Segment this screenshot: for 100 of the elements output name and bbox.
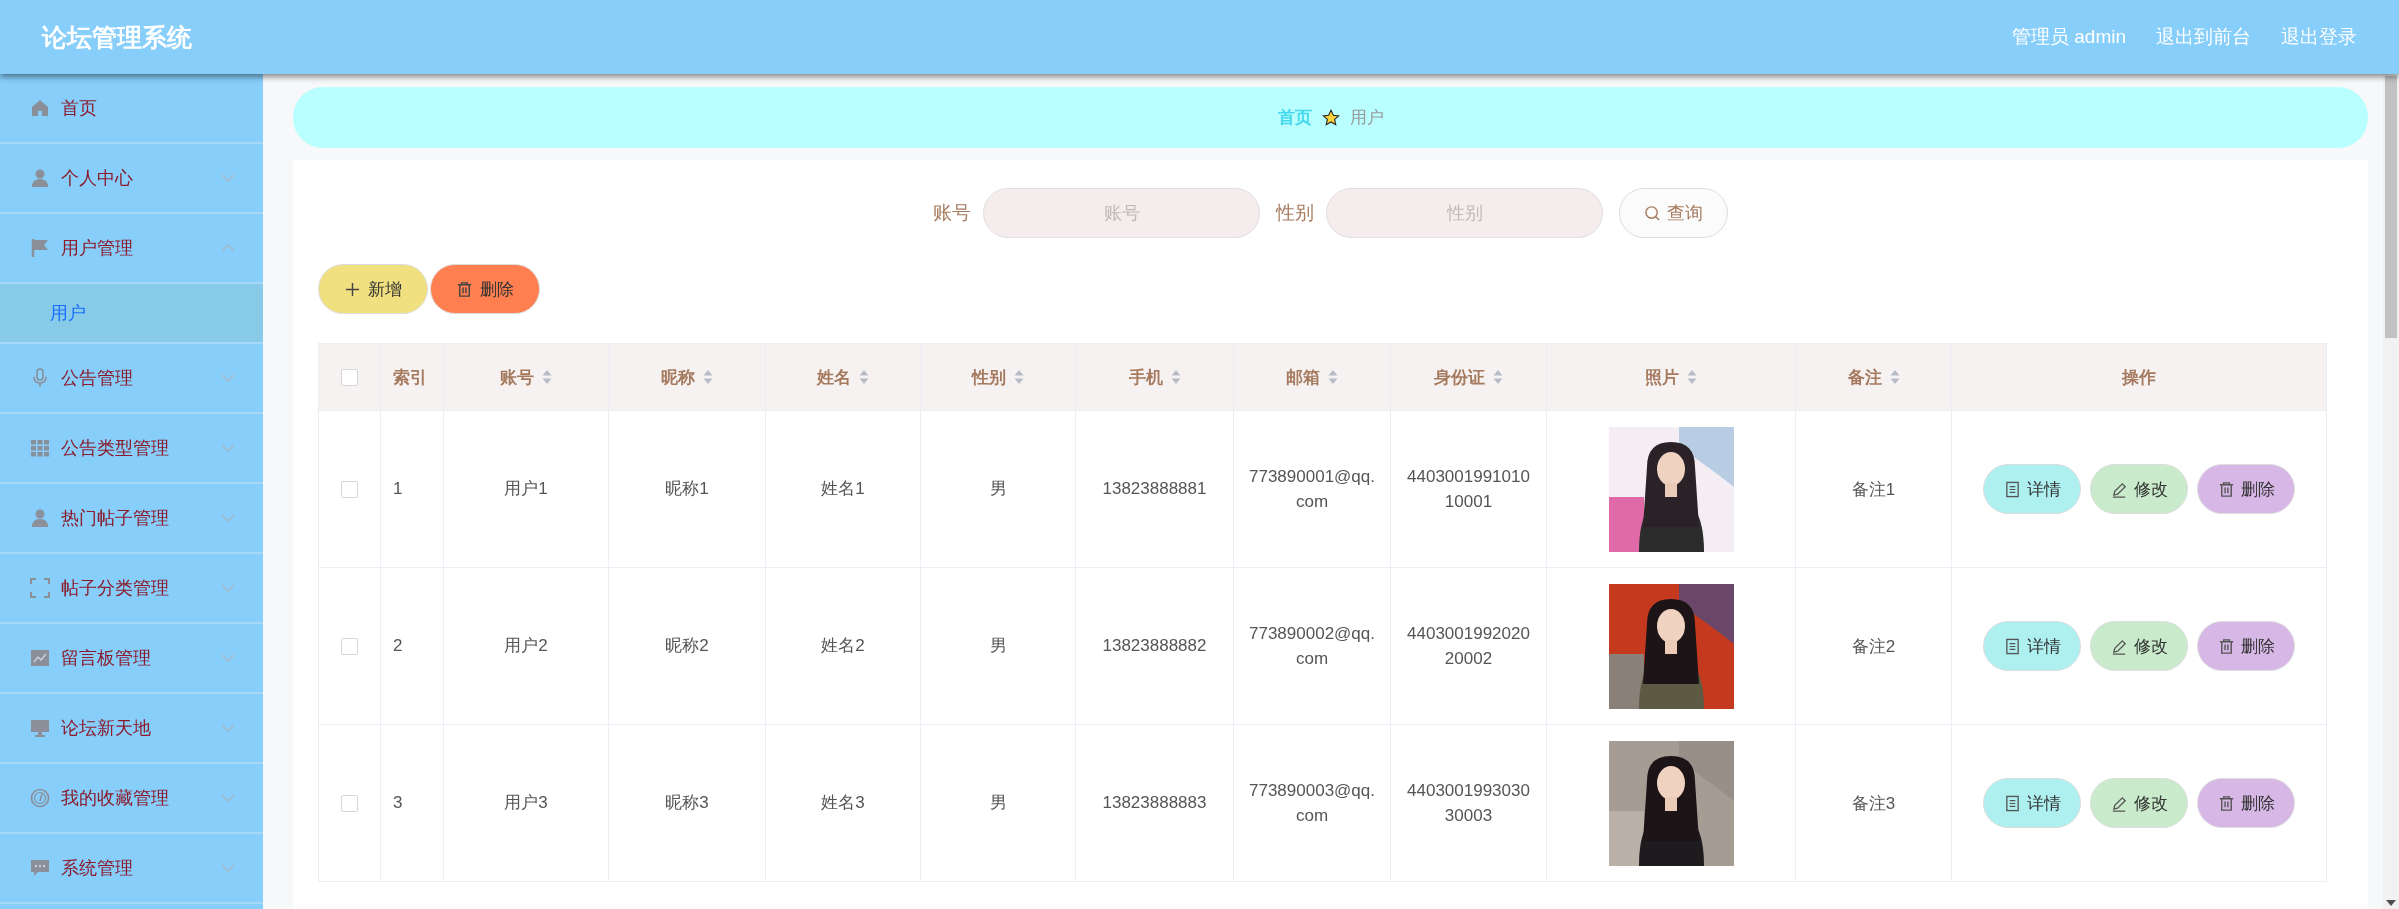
gender-cell-text: 男 (989, 478, 1007, 501)
email-cell-text: 773890002@qq.com (1248, 622, 1376, 670)
sidebar-item[interactable]: 个人中心 (0, 144, 263, 214)
trash-icon (2217, 480, 2235, 498)
index-cell-text: 2 (393, 635, 403, 658)
delete-button[interactable]: 删除 (2197, 778, 2295, 828)
phone-cell-text: 13823888883 (1102, 792, 1207, 815)
sidebar-item[interactable]: 公告类型管理 (0, 414, 263, 484)
star-icon (1321, 108, 1340, 127)
chevron-down-icon (221, 864, 235, 872)
nickname-cell-text: 昵称3 (665, 792, 709, 815)
column-header[interactable]: 姓名 (817, 365, 869, 389)
home-icon (30, 98, 50, 118)
delete-button[interactable]: 删除 (430, 264, 540, 314)
scrollbar-thumb[interactable] (2385, 76, 2397, 338)
pencil-icon (2110, 637, 2128, 655)
column-header: 索引 (393, 366, 427, 389)
add-button[interactable]: 新增 (318, 264, 428, 314)
document-icon (2003, 794, 2021, 812)
sidebar-item[interactable]: 帖子分类管理 (0, 554, 263, 624)
email-cell-text: 773890001@qq.com (1248, 465, 1376, 513)
gender-cell-text: 男 (989, 635, 1007, 658)
column-header[interactable]: 性别 (972, 365, 1024, 389)
gauge-icon (30, 788, 50, 808)
app-title: 论坛管理系统 (42, 21, 193, 53)
search-icon (1644, 204, 1661, 222)
sort-icon (1170, 369, 1181, 385)
sort-icon (703, 369, 713, 385)
detail-button[interactable]: 详情 (1983, 778, 2081, 828)
sidebar-item[interactable]: 首页 (0, 74, 263, 144)
account-cell-text: 用户1 (504, 478, 548, 501)
sidebar-item[interactable]: 留言板管理 (0, 624, 263, 694)
sort-icon (1493, 369, 1503, 385)
sidebar-item[interactable]: 论坛新天地 (0, 694, 263, 764)
column-header[interactable]: 昵称 (661, 365, 713, 389)
field-label: 性别 (1276, 201, 1314, 225)
id-card-cell-text: 440300199202020002 (1406, 622, 1531, 670)
detail-button[interactable]: 详情 (1983, 464, 2081, 514)
grid-icon (30, 438, 50, 458)
sidebar-item[interactable]: 热门帖子管理 (0, 484, 263, 554)
nickname-cell-text: 昵称1 (665, 478, 709, 501)
sidebar-item[interactable]: 公告管理 (0, 344, 263, 414)
nickname-cell-text: 昵称2 (665, 635, 709, 658)
sort-icon (1014, 369, 1024, 385)
sidebar-item[interactable]: 我的收藏管理 (0, 764, 263, 834)
id-card-cell-text: 440300199101010001 (1406, 465, 1531, 513)
trash-icon (2217, 637, 2235, 655)
person-icon (30, 508, 50, 528)
sort-icon (542, 369, 552, 385)
delete-button[interactable]: 删除 (2197, 621, 2295, 671)
phone-cell-text: 13823888882 (1102, 635, 1207, 658)
breadcrumb-item: 用户 (1349, 107, 1384, 129)
edit-button[interactable]: 修改 (2090, 778, 2188, 828)
chevron-down-icon (221, 724, 235, 732)
pencil-icon (2110, 480, 2128, 498)
microphone-icon (30, 368, 50, 388)
chevron-down-icon (221, 374, 235, 382)
checkbox[interactable] (341, 795, 358, 812)
monitor-icon (30, 718, 50, 738)
sort-icon (1889, 369, 1900, 385)
trash-icon (456, 280, 473, 298)
account-cell-text: 用户3 (504, 792, 548, 815)
column-header[interactable]: 账号 (500, 365, 552, 389)
chevron-down-icon (221, 584, 235, 592)
flag-icon (30, 238, 50, 258)
user-label: 管理员 admin (2011, 25, 2126, 49)
remark-cell: 备注1 (1851, 479, 1896, 499)
name-cell-text: 姓名1 (821, 478, 865, 501)
column-header[interactable]: 备注 (1847, 365, 1900, 389)
email-cell-text: 773890003@qq.com (1248, 779, 1376, 827)
document-icon (2003, 637, 2021, 655)
column-header[interactable]: 照片 (1645, 365, 1697, 389)
pencil-icon (2110, 794, 2128, 812)
scroll-down-icon[interactable] (2386, 900, 2396, 906)
chevron-down-icon (221, 174, 235, 182)
sidebar-item[interactable]: 系统管理 (0, 834, 263, 904)
name-cell-text: 姓名2 (821, 635, 865, 658)
detail-button[interactable]: 详情 (1983, 621, 2081, 671)
checkbox[interactable] (341, 369, 358, 386)
remark-cell: 备注2 (1851, 636, 1896, 656)
remark-cell: 备注3 (1851, 793, 1896, 813)
chevron-down-icon (221, 794, 235, 802)
index-cell-text: 1 (393, 478, 403, 501)
search-button[interactable]: 查询 (1619, 188, 1728, 238)
delete-button[interactable]: 删除 (2197, 464, 2295, 514)
name-cell-text: 姓名3 (821, 792, 865, 815)
sort-icon (1687, 369, 1697, 385)
checkbox[interactable] (341, 638, 358, 655)
column-header[interactable]: 手机 (1128, 365, 1181, 389)
plus-icon (344, 280, 361, 298)
column-header[interactable]: 邮箱 (1286, 365, 1338, 389)
column-header[interactable]: 身份证 (1434, 365, 1503, 389)
frame-corners-icon (30, 578, 50, 598)
checkbox[interactable] (341, 481, 358, 498)
edit-button[interactable]: 修改 (2090, 621, 2188, 671)
edit-button[interactable]: 修改 (2090, 464, 2188, 514)
chevron-down-icon (221, 514, 235, 522)
chat-icon (30, 858, 50, 878)
gender-cell-text: 男 (989, 792, 1007, 815)
account-cell-text: 用户2 (504, 635, 548, 658)
